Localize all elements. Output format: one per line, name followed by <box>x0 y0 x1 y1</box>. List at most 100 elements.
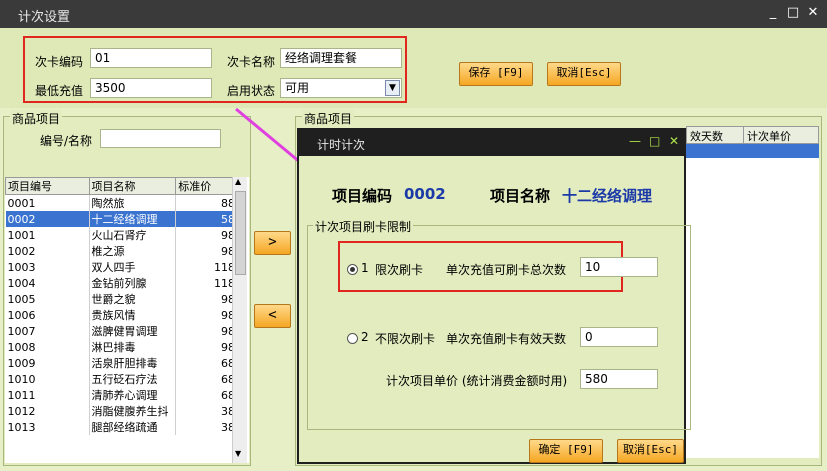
limit-radio[interactable] <box>347 264 358 275</box>
table-row[interactable]: 1011清肺养心调理680 <box>5 387 245 403</box>
total-swipes-input[interactable]: 10 <box>580 257 658 277</box>
column-header[interactable]: 项目名称 <box>88 177 177 195</box>
opt1-number: 1 <box>361 261 369 275</box>
minimize-icon[interactable]: — <box>629 134 641 148</box>
item-name-label: 项目名称 <box>490 187 551 205</box>
opt2-number: 2 <box>361 330 369 344</box>
column-divider <box>743 126 744 144</box>
title-bar: 计次设置 _ □ ✕ <box>0 0 827 28</box>
item-name-value: 十二经络调理 <box>562 187 653 205</box>
item-name-cell: 贵族风情 <box>89 307 177 323</box>
item-name-cell: 淋巴排毒 <box>89 339 177 355</box>
opt1-field-label: 单次充值可刷卡总次数 <box>446 263 567 277</box>
dialog-title: 计时计次 <box>317 138 366 152</box>
item-code-cell: 1001 <box>5 227 90 243</box>
right-table-area <box>686 158 819 458</box>
status-label: 启用状态 <box>227 84 276 98</box>
dialog-cancel-button[interactable]: 取消[Esc] <box>617 439 684 463</box>
item-code-cell: 1011 <box>5 387 90 403</box>
column-header[interactable]: 项目编号 <box>5 177 90 195</box>
table-row[interactable]: 1007滋脾健胃调理980 <box>5 323 245 339</box>
item-name-cell: 清肺养心调理 <box>89 387 177 403</box>
maximize-icon[interactable]: □ <box>786 6 800 20</box>
table-row[interactable]: 1004 金钻前列腺 1180 <box>5 275 245 291</box>
card-name-label: 次卡名称 <box>227 55 276 69</box>
table-row[interactable]: 1013腿部经络疏通380 <box>5 419 245 435</box>
item-code-cell: 1006 <box>5 307 90 323</box>
table-row[interactable]: 1006贵族风情980 <box>5 307 245 323</box>
table-row[interactable]: 1010五行砭石疗法680 <box>5 371 245 387</box>
item-code-cell: 0001 <box>5 194 90 211</box>
item-name-cell: 世爵之貌 <box>89 291 177 307</box>
table-header-row: 项目编号 项目名称 标准价 <box>5 177 245 195</box>
item-name-cell: 十二经络调理 <box>89 211 177 227</box>
table-row[interactable]: 1009活泉肝胆排毒680 <box>5 355 245 371</box>
table-row[interactable]: 1002椎之源980 <box>5 243 245 259</box>
item-code-cell: 1004 <box>5 275 90 291</box>
scroll-down-icon[interactable]: ▼ <box>235 449 241 458</box>
item-name-cell: 五行砭石疗法 <box>89 371 177 387</box>
item-code-cell: 1012 <box>5 403 90 419</box>
item-code-cell: 1003 <box>5 259 90 275</box>
search-input[interactable] <box>100 129 221 148</box>
close-icon[interactable]: ✕ <box>669 134 679 148</box>
table-row[interactable]: 0001陶然旅880 <box>5 194 245 211</box>
item-name-cell: 火山石肾疗 <box>89 227 177 243</box>
item-name-cell: 金钻前列腺 <box>89 275 177 291</box>
item-name-cell: 双人四手 <box>89 259 177 275</box>
item-code-cell: 1013 <box>5 419 90 435</box>
unit-price-input[interactable]: 580 <box>580 369 658 389</box>
card-code-input[interactable]: 01 <box>90 48 212 68</box>
item-table: 项目编号 项目名称 标准价 0001陶然旅8800002十二经络调理580100… <box>5 177 245 435</box>
card-code-label: 次卡编码 <box>35 55 84 69</box>
dialog-title-bar: 计时计次 — □ ✕ <box>299 130 684 156</box>
unlimited-radio[interactable] <box>347 333 358 344</box>
opt2-label[interactable]: 不限次刷卡 <box>375 330 435 347</box>
main-window: 计次设置 _ □ ✕ 次卡编码 01 次卡名称 经络调理套餐 最低充值 3500… <box>0 0 827 471</box>
table-row[interactable]: 1012消脂健腹养生抖380 <box>5 403 245 419</box>
table-row[interactable]: 0002十二经络调理580 <box>5 211 245 227</box>
item-name-cell: 腿部经络疏通 <box>89 419 177 435</box>
save-button[interactable]: 保存 [F9] <box>459 62 533 86</box>
item-code-value: 0002 <box>404 185 446 203</box>
remove-item-button[interactable]: < <box>254 304 291 328</box>
column-header[interactable]: 效天数 <box>690 128 723 144</box>
card-name-input[interactable]: 经络调理套餐 <box>280 48 402 68</box>
add-item-button[interactable]: > <box>254 231 291 255</box>
status-select[interactable]: 可用 <box>280 78 402 98</box>
item-code-cell: 1009 <box>5 355 90 371</box>
min-recharge-input[interactable]: 3500 <box>90 78 212 98</box>
cancel-button[interactable]: 取消[Esc] <box>547 62 621 86</box>
item-code-label: 项目编码 <box>332 187 393 205</box>
column-header[interactable]: 计次单价 <box>747 128 791 144</box>
left-section-title: 商品项目 <box>10 110 63 127</box>
table-scrollbar[interactable]: ▲ ▼ <box>232 177 247 463</box>
item-name-cell: 消脂健腹养生抖 <box>89 403 177 419</box>
minimize-icon[interactable]: _ <box>766 6 780 20</box>
close-icon[interactable]: ✕ <box>806 6 820 20</box>
confirm-button[interactable]: 确定 [F9] <box>529 439 603 463</box>
valid-days-input[interactable]: 0 <box>580 327 658 347</box>
opt1-label[interactable]: 限次刷卡 <box>375 261 423 278</box>
item-name-cell: 活泉肝胆排毒 <box>89 355 177 371</box>
chevron-down-icon[interactable]: ▼ <box>385 80 400 96</box>
item-name-cell: 椎之源 <box>89 243 177 259</box>
item-name-cell: 陶然旅 <box>89 194 177 211</box>
item-code-cell: 1005 <box>5 291 90 307</box>
table-row[interactable]: 1005世爵之貌980 <box>5 291 245 307</box>
item-code-cell: 1002 <box>5 243 90 259</box>
right-table-row[interactable] <box>686 144 819 158</box>
table-row[interactable]: 1003 双人四手 1180 <box>5 259 245 275</box>
min-recharge-label: 最低充值 <box>35 84 84 98</box>
window-title: 计次设置 <box>18 10 71 25</box>
maximize-icon[interactable]: □ <box>649 134 660 148</box>
item-code-cell: 1010 <box>5 371 90 387</box>
status-select-value: 可用 <box>285 81 310 95</box>
table-row[interactable]: 1008淋巴排毒980 <box>5 339 245 355</box>
opt2-field-label: 单次充值刷卡有效天数 <box>446 332 567 346</box>
item-code-cell: 1008 <box>5 339 90 355</box>
unit-price-label: 计次项目单价 (统计消费金额时用) <box>386 374 568 388</box>
right-table-header: 效天数 计次单价 <box>686 126 819 144</box>
item-code-cell: 0002 <box>5 211 90 227</box>
table-row[interactable]: 1001火山石肾疗980 <box>5 227 245 243</box>
